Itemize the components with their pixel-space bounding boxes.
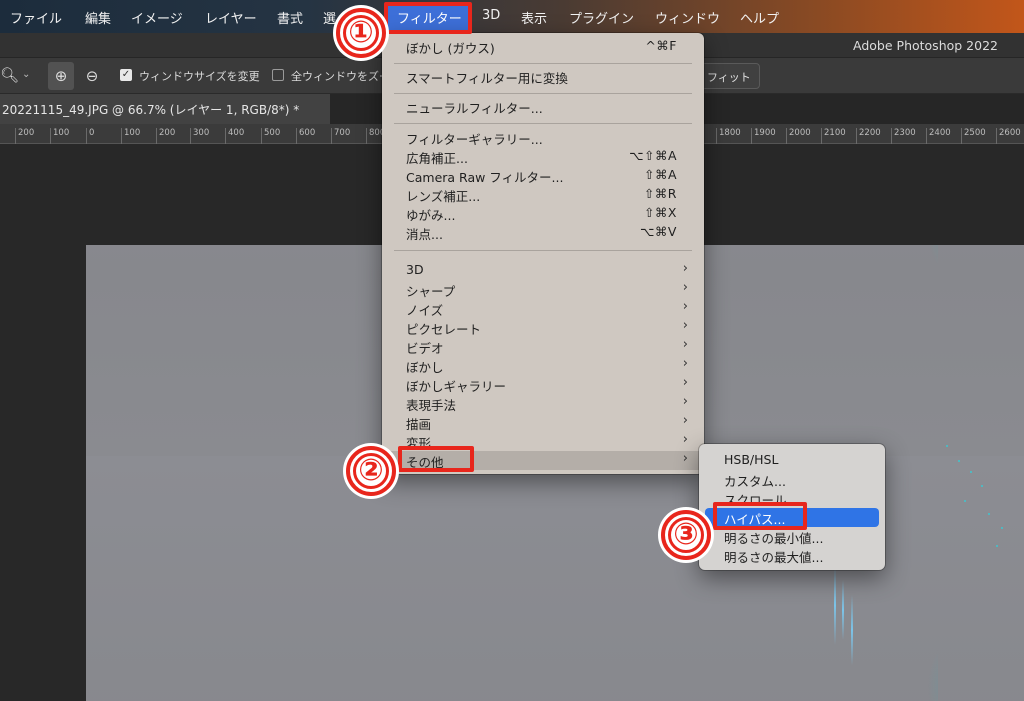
menu-edit[interactable]: 編集 bbox=[85, 8, 111, 27]
menu-item-pixelate[interactable]: ピクセレート › bbox=[382, 318, 704, 337]
menu-image[interactable]: イメージ bbox=[131, 8, 183, 27]
image-detail bbox=[1001, 527, 1003, 529]
highlight-high-pass-item bbox=[713, 502, 807, 530]
chevron-right-icon: › bbox=[682, 394, 688, 409]
ruler-tick: 2000 bbox=[786, 128, 811, 144]
ruler-tick: 200 bbox=[156, 128, 175, 144]
menu-item-stylize[interactable]: 表現手法 › bbox=[382, 394, 704, 413]
image-detail bbox=[981, 485, 983, 487]
chevron-right-icon: › bbox=[682, 356, 688, 371]
menu-separator bbox=[394, 123, 692, 124]
ruler-tick: 2200 bbox=[856, 128, 881, 144]
chevron-right-icon: › bbox=[682, 261, 688, 276]
ruler-tick: 500 bbox=[261, 128, 280, 144]
zoom-all-windows-checkbox[interactable] bbox=[272, 69, 284, 81]
menu-item-maximum[interactable]: 明るさの最大値... bbox=[699, 546, 885, 565]
menu-help[interactable]: ヘルプ bbox=[740, 8, 779, 27]
ruler-tick: 400 bbox=[225, 128, 244, 144]
image-detail bbox=[988, 513, 990, 515]
zoom-in-button[interactable]: ⊕ bbox=[48, 62, 74, 90]
ruler-tick: 2600 bbox=[996, 128, 1021, 144]
image-detail bbox=[851, 595, 853, 665]
menu-select[interactable]: 選 bbox=[323, 8, 336, 27]
menu-bar: ファイル 編集 イメージ レイヤー 書式 選 フィルター 3D 表示 プラグイン… bbox=[0, 0, 1024, 33]
menu-item-liquify[interactable]: ゆがみ... ⇧⌘X bbox=[382, 204, 704, 223]
ruler-tick: 100 bbox=[50, 128, 69, 144]
image-detail bbox=[996, 545, 998, 547]
menu-item-adaptive-wide-angle[interactable]: 広角補正... ⌥⇧⌘A bbox=[382, 147, 704, 166]
step-2-badge: ② bbox=[346, 446, 396, 496]
menu-file[interactable]: ファイル bbox=[10, 8, 62, 27]
menu-item-render[interactable]: 描画 › bbox=[382, 413, 704, 432]
highlight-other-item bbox=[398, 446, 474, 472]
image-detail bbox=[958, 460, 960, 462]
menu-item-video[interactable]: ビデオ › bbox=[382, 337, 704, 356]
app-title: Adobe Photoshop 2022 bbox=[853, 38, 998, 53]
menu-item-blur-gallery[interactable]: ぼかしギャラリー › bbox=[382, 375, 704, 394]
ruler-tick: 300 bbox=[190, 128, 209, 144]
image-detail bbox=[946, 445, 948, 447]
zoom-out-icon: ⊖ bbox=[85, 67, 99, 85]
menu-view[interactable]: 表示 bbox=[521, 8, 547, 27]
fit-screen-label: フィット bbox=[707, 71, 751, 84]
menu-3d[interactable]: 3D bbox=[482, 8, 500, 23]
menu-plugins[interactable]: プラグイン bbox=[569, 8, 634, 27]
filter-menu: ぼかし (ガウス) ^⌘F スマートフィルター用に変換 ニューラルフィルター..… bbox=[382, 33, 704, 474]
ruler-tick: 0 bbox=[86, 128, 94, 144]
ruler-tick: 200 bbox=[15, 128, 34, 144]
ruler-tick: 2100 bbox=[821, 128, 846, 144]
chevron-right-icon: › bbox=[682, 337, 688, 352]
ruler-tick: 600 bbox=[296, 128, 315, 144]
chevron-down-icon[interactable]: ⌄ bbox=[22, 69, 30, 80]
ruler-tick: 2300 bbox=[891, 128, 916, 144]
chevron-right-icon: › bbox=[682, 432, 688, 447]
menu-separator bbox=[394, 250, 692, 251]
menu-item-blur[interactable]: ぼかし › bbox=[382, 356, 704, 375]
ruler-tick: 100 bbox=[121, 128, 140, 144]
step-3-badge: ③ bbox=[661, 510, 711, 560]
menu-window[interactable]: ウィンドウ bbox=[655, 8, 720, 27]
ruler-tick: 2400 bbox=[926, 128, 951, 144]
highlight-filter-menu bbox=[384, 2, 472, 34]
image-detail bbox=[964, 500, 966, 502]
menu-item-convert-smart-filter[interactable]: スマートフィルター用に変換 bbox=[382, 67, 704, 86]
menu-separator bbox=[394, 63, 692, 64]
chevron-right-icon: › bbox=[682, 299, 688, 314]
menu-type[interactable]: 書式 bbox=[277, 8, 303, 27]
zoom-all-windows-label: 全ウィンドウをズー bbox=[291, 70, 390, 83]
menu-separator bbox=[394, 93, 692, 94]
ruler-tick: 2500 bbox=[961, 128, 986, 144]
menu-item-3d[interactable]: 3D › bbox=[382, 261, 704, 280]
zoom-out-button[interactable]: ⊖ bbox=[79, 62, 105, 90]
ruler-tick: 700 bbox=[331, 128, 350, 144]
menu-item-filter-gallery[interactable]: フィルターギャラリー... bbox=[382, 128, 704, 147]
ruler-tick: 1900 bbox=[751, 128, 776, 144]
ruler-tick: 1800 bbox=[716, 128, 741, 144]
step-1-badge: ① bbox=[336, 8, 386, 58]
menu-layer[interactable]: レイヤー bbox=[205, 8, 257, 27]
image-detail bbox=[842, 580, 844, 640]
document-tab-title: 20221115_49.JPG @ 66.7% (レイヤー 1, RGB/8*)… bbox=[2, 103, 300, 117]
menu-item-noise[interactable]: ノイズ › bbox=[382, 299, 704, 318]
resize-windows-label: ウィンドウサイズを変更 bbox=[139, 70, 260, 83]
document-tab[interactable]: 20221115_49.JPG @ 66.7% (レイヤー 1, RGB/8*)… bbox=[0, 94, 330, 124]
zoom-tool-icon[interactable]: 🔍︎ bbox=[0, 66, 19, 84]
chevron-right-icon: › bbox=[682, 375, 688, 390]
menu-item-gaussian-blur[interactable]: ぼかし (ガウス) ^⌘F bbox=[382, 37, 704, 56]
image-detail bbox=[970, 471, 972, 473]
chevron-right-icon: › bbox=[682, 280, 688, 295]
chevron-right-icon: › bbox=[682, 451, 688, 466]
menu-item-lens-correction[interactable]: レンズ補正... ⇧⌘R bbox=[382, 185, 704, 204]
resize-windows-checkbox[interactable]: ✓ bbox=[120, 69, 132, 81]
image-detail bbox=[834, 565, 836, 645]
menu-item-camera-raw[interactable]: Camera Raw フィルター... ⇧⌘A bbox=[382, 166, 704, 185]
menu-item-neural-filters[interactable]: ニューラルフィルター... bbox=[382, 97, 704, 116]
chevron-right-icon: › bbox=[682, 318, 688, 333]
menu-item-sharpen[interactable]: シャープ › bbox=[382, 280, 704, 299]
menu-item-vanishing-point[interactable]: 消点... ⌥⌘V bbox=[382, 223, 704, 242]
menu-item-custom[interactable]: カスタム... bbox=[699, 470, 885, 489]
chevron-right-icon: › bbox=[682, 413, 688, 428]
menu-item-hsb-hsl[interactable]: HSB/HSL bbox=[699, 451, 885, 470]
zoom-in-icon: ⊕ bbox=[54, 67, 68, 85]
